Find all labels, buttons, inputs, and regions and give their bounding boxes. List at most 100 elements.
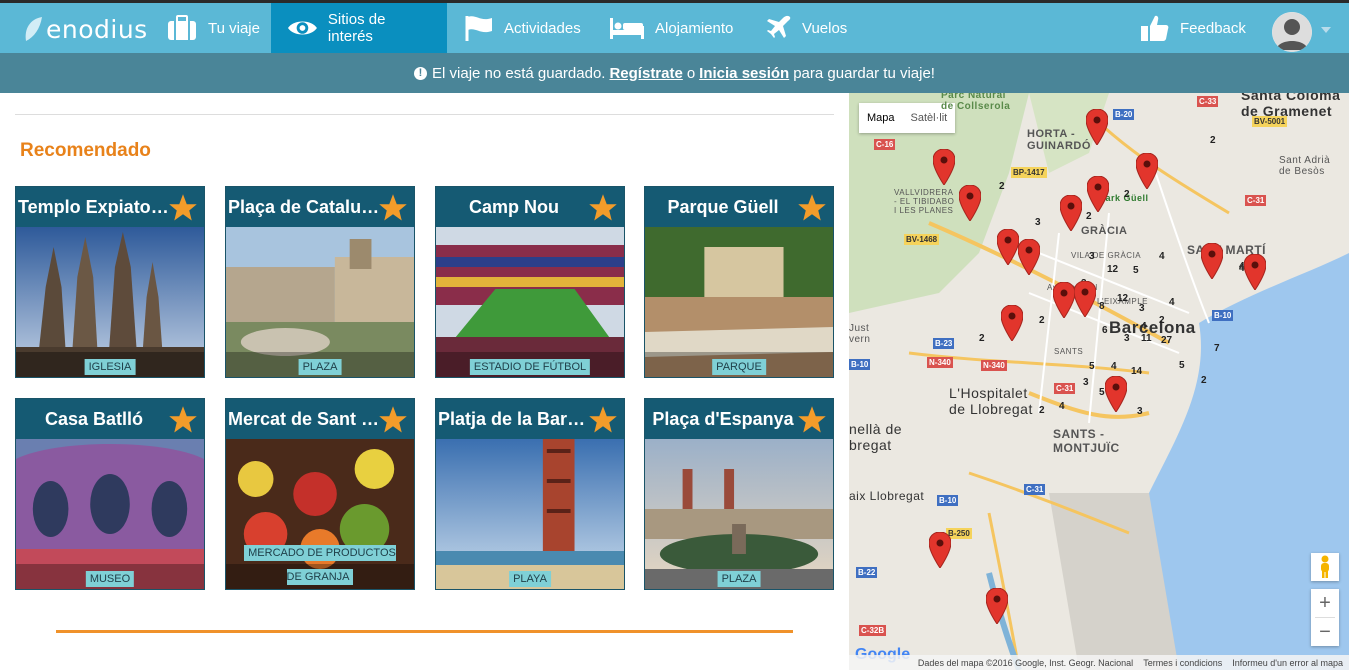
place-card[interactable]: Plaça de Catalun... PLAZA (225, 186, 415, 378)
star-icon[interactable] (378, 193, 408, 223)
nav-tu-viaje[interactable]: Tu viaje (150, 3, 276, 53)
road-shield: C-31 (1054, 383, 1076, 394)
star-icon[interactable] (168, 405, 198, 435)
map-marker-icon[interactable] (1201, 243, 1223, 279)
chevron-down-icon[interactable] (1321, 27, 1331, 33)
map-label: SANTS - MONTJUÏC (1053, 427, 1120, 455)
map-marker-icon[interactable] (997, 229, 1019, 265)
category-badge: PLAYA (509, 571, 551, 587)
cluster-count: 4 (1059, 401, 1065, 412)
star-icon[interactable] (588, 193, 618, 223)
category-badge: IGLESIA (84, 359, 136, 375)
leaf-icon (25, 17, 42, 41)
road-shield: BP-1417 (1011, 167, 1047, 178)
star-icon[interactable] (588, 405, 618, 435)
feedback-label: Feedback (1180, 19, 1246, 37)
cluster-count: 4 (1169, 297, 1175, 308)
place-card[interactable]: Templo Expiatori... IGLESIA (15, 186, 205, 378)
map-type-map[interactable]: Mapa (859, 103, 903, 133)
map-label: VALLVIDRERA - EL TIBIDABO I LES PLANES (894, 188, 955, 215)
cluster-count: 2 (1201, 375, 1207, 386)
category-badge: MUSEO (85, 571, 135, 587)
cluster-count: 2 (1086, 211, 1092, 222)
cluster-count: 2 (1039, 405, 1045, 416)
road-shield: N-340 (927, 357, 953, 368)
nav-actividades[interactable]: Actividades (448, 3, 597, 53)
cluster-count: 3 (1124, 333, 1130, 344)
map-marker-icon[interactable] (1105, 376, 1127, 412)
road-shield: B-20 (1113, 109, 1135, 120)
map-marker-icon[interactable] (1086, 109, 1108, 145)
zoom-out-button[interactable]: − (1311, 618, 1339, 646)
park-guell-image (645, 227, 833, 377)
map-label: Barcelona (1109, 318, 1196, 337)
report-error-link[interactable]: Informeu d'un error al mapa (1232, 658, 1343, 668)
login-link[interactable]: Inicia sesión (699, 65, 789, 82)
platja-barceloneta-image (436, 439, 624, 589)
pegman-icon (1321, 555, 1329, 578)
map-marker-icon[interactable] (1087, 176, 1109, 212)
cluster-count: 2 (979, 333, 985, 344)
map-label: Parc Natural de Collserola (941, 93, 1011, 112)
star-icon[interactable] (797, 405, 827, 435)
notice-text: El viaje no está guardado. (432, 64, 606, 82)
map-marker-icon[interactable] (1018, 239, 1040, 275)
barcelona-map[interactable]: Mapa Satèl·lit Parc Natural de Collserola… (849, 93, 1349, 670)
cluster-count: 12 (1107, 264, 1119, 275)
casa-batllo-image (16, 439, 204, 589)
map-label: aix Llobregat (849, 489, 925, 503)
zoom-in-button[interactable]: + (1311, 589, 1339, 617)
road-shield: B-10 (1212, 310, 1234, 321)
cluster-count: 3 (1139, 303, 1145, 314)
place-card[interactable]: Parque Güell PARQUE (644, 186, 834, 378)
nav-sitios-de-interes[interactable]: Sitios de interés (271, 3, 447, 53)
cluster-count: 8 (1099, 301, 1105, 312)
map-marker-icon[interactable] (1074, 281, 1096, 317)
road-shield: C-16 (874, 139, 896, 150)
road-shield: B-10 (849, 359, 871, 370)
map-marker-icon[interactable] (1001, 305, 1023, 341)
street-view-pegman[interactable] (1311, 553, 1339, 581)
category-badge: PARQUE (712, 359, 766, 375)
road-shield: BV-5001 (1252, 116, 1288, 127)
map-marker-icon[interactable] (1053, 282, 1075, 318)
cluster-count: 5 (1089, 361, 1095, 372)
star-icon[interactable] (168, 193, 198, 223)
register-link[interactable]: Regístrate (609, 65, 682, 82)
place-card[interactable]: Casa Batlló MUSEO (15, 398, 205, 590)
enodius-logo[interactable]: enodius (22, 11, 148, 47)
map-marker-icon[interactable] (959, 185, 981, 221)
suitcase-icon (168, 15, 196, 40)
divider (56, 630, 793, 633)
star-icon[interactable] (797, 193, 827, 223)
nav-alojamiento[interactable]: Alojamiento (593, 3, 749, 53)
map-marker-icon[interactable] (1244, 254, 1266, 290)
map-marker-icon[interactable] (1136, 153, 1158, 189)
bed-icon (610, 18, 644, 39)
road-shield: C-31 (1245, 195, 1267, 206)
map-marker-icon[interactable] (929, 532, 951, 568)
map-attribution: Dades del mapa ©2016 Google, Inst. Geogr… (849, 655, 1349, 670)
category-badge: ESTADIO DE FÚTBOL (469, 359, 591, 375)
map-marker-icon[interactable] (986, 588, 1008, 624)
place-card[interactable]: Plaça d'Espanya PLAZA (644, 398, 834, 590)
road-shield: B-10 (937, 495, 959, 506)
place-card[interactable]: Mercat de Sant J... MERCADO DE PRODUCTOS… (225, 398, 415, 590)
place-card[interactable]: Camp Nou ESTADIO DE FÚTBOL (435, 186, 625, 378)
cluster-count: 11 (1141, 333, 1152, 344)
nav-vuelos[interactable]: Vuelos (750, 3, 863, 53)
map-label: HORTA - GUINARDÓ (1027, 128, 1091, 152)
map-marker-icon[interactable] (933, 149, 955, 185)
map-label: nellà de bregat (849, 421, 903, 453)
map-label: SANTS (1054, 347, 1084, 356)
terms-link[interactable]: Termes i condicions (1143, 658, 1222, 668)
place-card[interactable]: Platja de la Barce... PLAYA (435, 398, 625, 590)
camp-nou-image (436, 227, 624, 377)
star-icon[interactable] (378, 405, 408, 435)
cluster-count: 12 (1117, 293, 1129, 304)
nav-label: Vuelos (802, 19, 848, 37)
user-avatar[interactable] (1272, 12, 1312, 52)
flag-icon (465, 16, 492, 41)
feedback-button[interactable]: Feedback (1124, 3, 1262, 53)
map-marker-icon[interactable] (1060, 195, 1082, 231)
